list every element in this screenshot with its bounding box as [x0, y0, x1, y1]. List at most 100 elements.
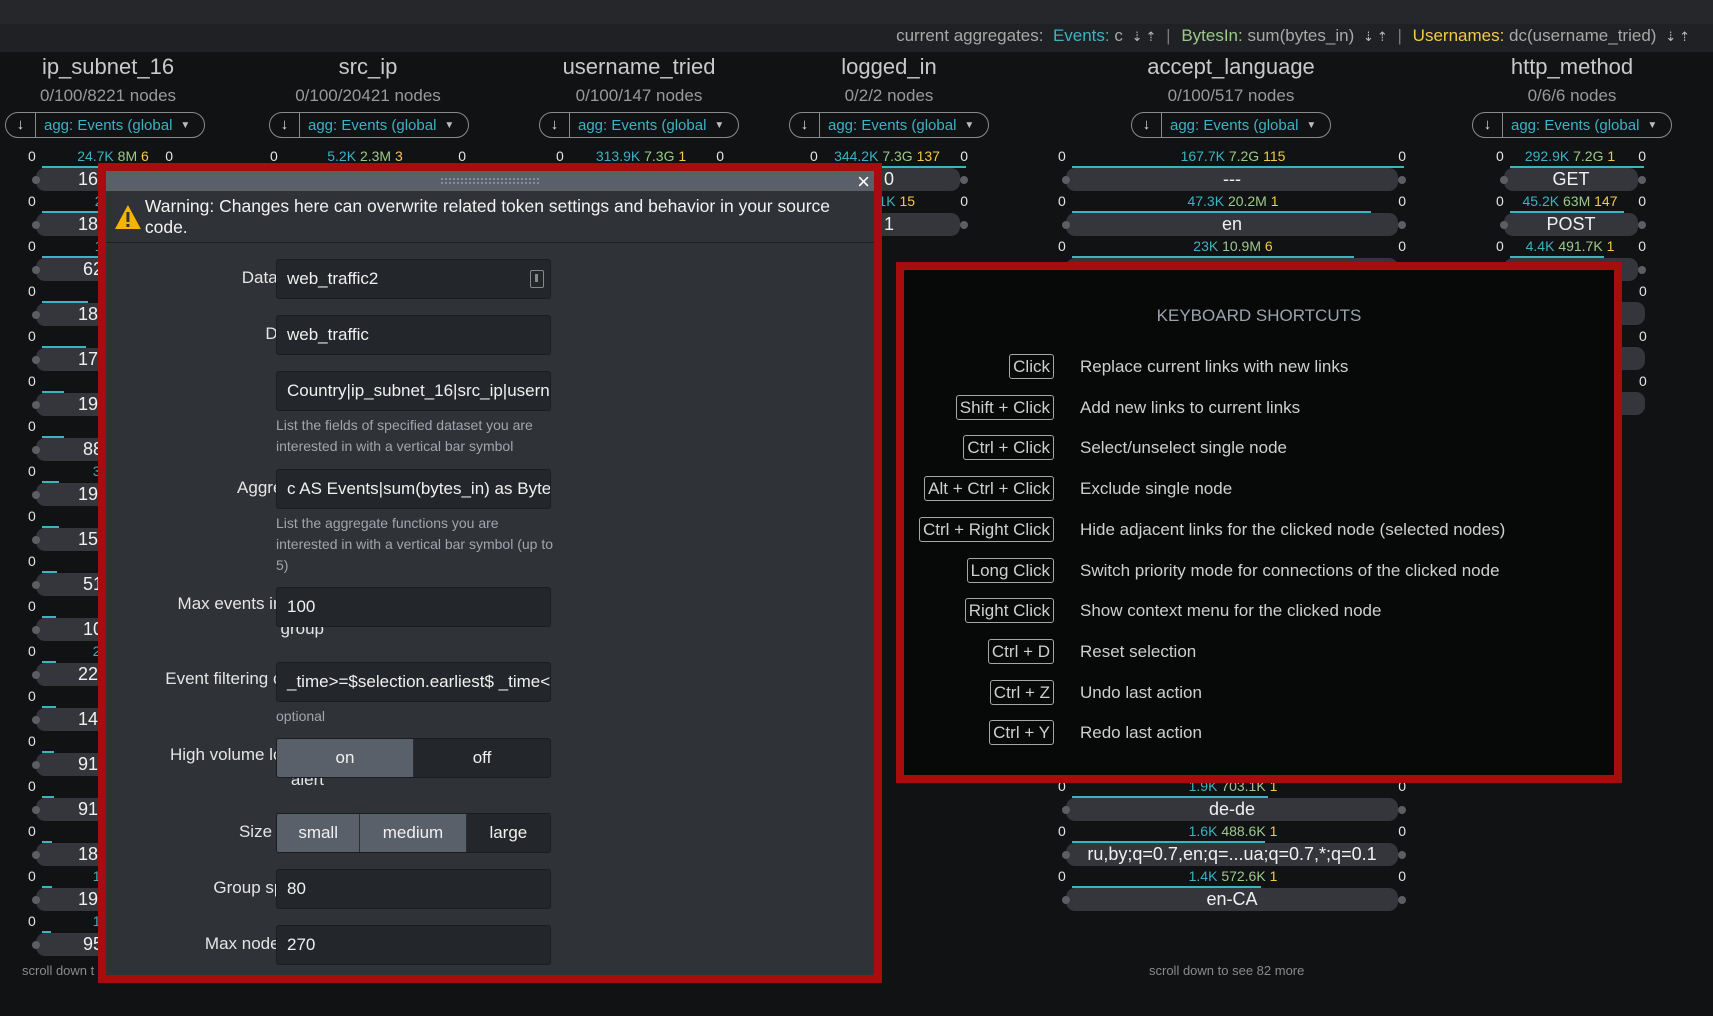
node-out-count: 0 [1398, 823, 1406, 839]
agg-events: 5.2K [327, 148, 357, 164]
node-in-count: 0 [28, 598, 36, 614]
node-label[interactable]: GET [1504, 168, 1638, 191]
node-item[interactable]: 0 0 292.9K 7.2G 1 GET [1496, 148, 1646, 193]
event-filter-input[interactable]: _time>=$selection.earliest$ _time<=$sele… [276, 662, 551, 702]
fields-input[interactable]: Country|ip_subnet_16|src_ip|username_tri… [276, 371, 551, 411]
node-in-count: 0 [1058, 148, 1066, 164]
node-label[interactable]: en-CA [1066, 888, 1398, 911]
agg-bytes: 20.2M [1227, 193, 1267, 209]
sort-arrow-icon[interactable]: ↓ [790, 113, 820, 137]
sort-arrow-icon[interactable]: ↓ [270, 113, 300, 137]
sort-arrow-icon[interactable]: ↓ [540, 113, 570, 137]
node-left-port [1500, 176, 1508, 184]
size-theme-medium[interactable]: medium [359, 814, 466, 852]
node-out-count: 0 [1638, 238, 1646, 254]
agg-select[interactable]: ↓ agg: Events (global ▼ [5, 112, 205, 138]
dropdown-caret-icon: ▼ [1306, 119, 1317, 131]
size-theme-selector[interactable]: small medium large [276, 813, 551, 853]
sort-arrow-icon[interactable]: ↓ [1473, 113, 1503, 137]
node-label[interactable]: POST [1504, 213, 1638, 236]
node-in-count: 0 [28, 148, 36, 164]
node-left-port [1500, 221, 1508, 229]
node-in-count: 0 [28, 508, 36, 524]
node-out-count: 0 [1398, 148, 1406, 164]
node-aggregates: 0 0 45.2K 63M 147 [1496, 193, 1646, 211]
high-volume-toggle[interactable]: on off [276, 738, 551, 778]
fields-help: List the fields of specified dataset you… [276, 417, 533, 454]
node-out-count: 0 [1638, 193, 1646, 209]
agg-events-name: Events: [1052, 26, 1110, 45]
node-in-count: 0 [810, 148, 818, 164]
node-label[interactable]: ru,by;q=0.7,en;q=...ua;q=0.7,*;q=0.1 [1066, 843, 1398, 866]
dropdown-caret-icon: ▼ [444, 119, 455, 131]
sort-asc-icon[interactable]: ⇡ [1679, 29, 1690, 44]
node-in-count: 0 [28, 193, 36, 209]
agg-select[interactable]: ↓ agg: Events (global ▼ [789, 112, 989, 138]
sort-arrow-icon[interactable]: ↓ [1132, 113, 1162, 137]
agg-select[interactable]: ↓ agg: Events (global ▼ [1472, 112, 1672, 138]
agg-users-expr: dc(username_tried) [1509, 26, 1657, 45]
aggregates-input[interactable]: c AS Events|sum(bytes_in) as BytesIn|dc(… [276, 469, 551, 509]
dialog-drag-handle[interactable]: × [106, 169, 874, 194]
agg-select-label: agg: Events (global [44, 116, 173, 134]
agg-events: 47.3K [1187, 193, 1225, 209]
high-volume-on[interactable]: on [277, 739, 413, 777]
node-left-port [32, 311, 40, 319]
node-agg-values: 4.4K 491.7K 1 [1510, 238, 1630, 254]
shortcut-row: Long Click Switch priority mode for conne… [904, 557, 1614, 586]
agg-select[interactable]: ↓ agg: Events (global ▼ [1131, 112, 1331, 138]
node-in-count: 0 [28, 373, 36, 389]
node-left-port [1062, 851, 1070, 859]
node-in-count: 0 [28, 733, 36, 749]
datamodel-input[interactable]: web_traffic2 [276, 259, 551, 299]
agg-events: 1.6K [1188, 823, 1218, 839]
size-theme-large[interactable]: large [465, 814, 550, 852]
node-label[interactable]: --- [1066, 168, 1398, 191]
high-volume-off[interactable]: off [413, 739, 550, 777]
size-theme-small[interactable]: small [277, 814, 360, 852]
node-item[interactable]: 0 0 1.4K 572.6K 1 en-CA [1058, 868, 1406, 913]
column-title: src_ip [338, 54, 398, 79]
shortcut-key: Ctrl + D [987, 638, 1054, 664]
agg-events: 1.4K [1188, 868, 1218, 884]
node-label[interactable]: de-de [1066, 798, 1398, 821]
node-item[interactable]: 0 0 167.7K 7.2G 115 --- [1058, 148, 1406, 193]
node-aggregates: 0 0 23K 10.9M 6 [1058, 238, 1406, 256]
sort-desc-icon[interactable]: ⇣ [1132, 29, 1143, 44]
column-title: username_tried [562, 54, 716, 79]
node-left-port [32, 401, 40, 409]
max-events-input[interactable]: 100 [276, 587, 551, 627]
node-out-count: 0 [1639, 328, 1647, 344]
dataset-input[interactable]: web_traffic [276, 315, 551, 355]
max-node-width-input[interactable]: 270 [276, 925, 551, 965]
warning-banner: Warning: Changes here can overwrite rela… [106, 191, 874, 243]
shortcut-row: Ctrl + Y Redo last action [904, 720, 1614, 748]
node-item[interactable]: 0 0 47.3K 20.2M 1 en [1058, 193, 1406, 238]
shortcut-key: Long Click [966, 557, 1054, 583]
shortcut-row: Ctrl + Click Select/unselect single node [904, 435, 1614, 463]
node-agg-values: 313.9K 7.3G 1 [566, 148, 716, 164]
shortcut-row: Shift + Click Add new links to current li… [904, 394, 1614, 423]
sort-asc-icon[interactable]: ⇡ [1146, 29, 1157, 44]
agg-select[interactable]: ↓ agg: Events (global ▼ [539, 112, 739, 138]
node-left-port [1062, 806, 1070, 814]
shortcuts-title: KEYBOARD SHORTCUTS [1156, 306, 1362, 325]
agg-select-label: agg: Events (global [1511, 116, 1640, 134]
agg-select[interactable]: ↓ agg: Events (global ▼ [269, 112, 469, 138]
sort-desc-icon[interactable]: ⇣ [1665, 29, 1676, 44]
node-in-count: 0 [28, 238, 36, 254]
sort-desc-icon[interactable]: ⇣ [1363, 29, 1374, 44]
node-agg-values: 167.7K 7.2G 115 [1078, 148, 1388, 164]
node-in-count: 0 [28, 778, 36, 794]
node-item[interactable]: 0 0 1.6K 488.6K 1 ru,by;q=0.7,en;q=...ua;q=… [1058, 823, 1406, 868]
node-item[interactable]: 0 0 1.9K 703.1K 1 de-de [1058, 778, 1406, 823]
group-spacing-input[interactable]: 80 [276, 869, 551, 909]
sort-asc-icon[interactable]: ⇡ [1377, 29, 1388, 44]
picker-icon[interactable] [530, 270, 544, 288]
node-in-count: 0 [1496, 193, 1504, 209]
sort-arrow-icon[interactable]: ↓ [6, 113, 36, 137]
node-item[interactable]: 0 0 45.2K 63M 147 POST [1496, 193, 1646, 238]
agg-bytes: 7.2G [1573, 148, 1604, 164]
node-label[interactable]: en [1066, 213, 1398, 236]
shortcut-row: Alt + Ctrl + Click Exclude single node [904, 476, 1614, 504]
